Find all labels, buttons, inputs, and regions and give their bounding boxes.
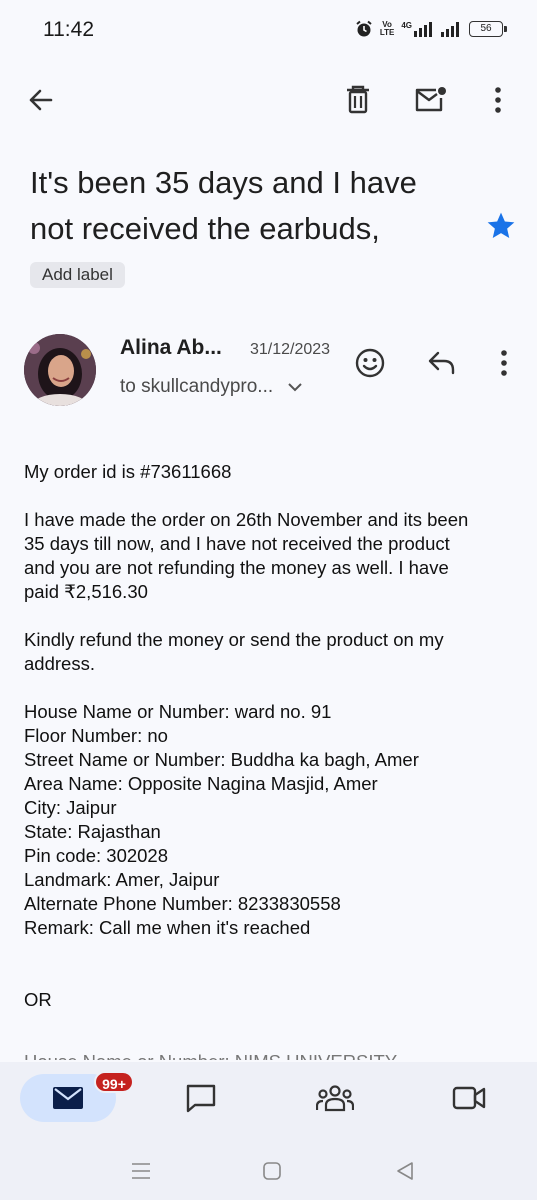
add-reaction-button[interactable] <box>350 343 390 383</box>
nav-spaces[interactable] <box>310 1074 360 1122</box>
address-line: House Name or Number: ward no. 91 <box>24 701 332 722</box>
body-line: 35 days till now, and I have not receive… <box>24 533 450 554</box>
back-triangle-icon <box>397 1162 413 1180</box>
unread-badge: 99+ <box>94 1071 134 1093</box>
bottom-navigation: 99+ <box>0 1062 537 1140</box>
trash-icon <box>347 85 369 114</box>
complaint-paragraph: I have made the order on 26th November a… <box>24 508 519 604</box>
or-separator: OR <box>24 989 52 1010</box>
address-line: City: Jaipur <box>24 797 117 818</box>
status-time: 11:42 <box>43 18 94 41</box>
signal-4g-icon: 4G <box>401 21 433 37</box>
email-date: 31/12/2023 <box>250 341 331 358</box>
address-line: Floor Number: no <box>24 725 168 746</box>
status-icons: Vo LTE 4G 56 <box>355 20 507 38</box>
nav-mail[interactable]: 99+ <box>20 1071 134 1122</box>
delete-button[interactable] <box>338 80 378 120</box>
body-line: paid ₹2,516.30 <box>24 581 148 602</box>
star-icon <box>487 212 515 238</box>
signal-bars-2-icon <box>441 22 459 37</box>
arrow-back-icon <box>29 89 53 111</box>
emoji-icon <box>355 348 385 378</box>
reply-icon <box>428 351 455 375</box>
reply-button[interactable] <box>422 343 462 383</box>
mark-unread-icon <box>415 87 446 112</box>
address-line: Remark: Call me when it's reached <box>24 917 311 938</box>
home-square-icon <box>263 1162 281 1180</box>
order-id-paragraph: My order id is #73611668 <box>24 461 232 482</box>
recents-button[interactable] <box>126 1156 156 1186</box>
battery-icon: 56 <box>469 21 507 37</box>
system-navigation-bar <box>0 1140 537 1200</box>
email-body: My order id is #73611668 I have made the… <box>24 460 519 1060</box>
address-line: Pin code: 302028 <box>24 845 169 866</box>
body-line: address. <box>24 653 95 674</box>
recipient-details[interactable]: to skullcandypro... <box>120 376 303 398</box>
menu-lines-icon <box>132 1163 150 1179</box>
address-block: House Name or Number: ward no. 91 Floor … <box>24 700 519 940</box>
nav-chat[interactable] <box>176 1074 226 1122</box>
mark-unread-button[interactable] <box>410 80 450 120</box>
email-toolbar <box>0 70 537 130</box>
more-vert-icon <box>501 350 507 376</box>
sender-name: Alina Ab... <box>120 336 222 359</box>
chevron-down-icon <box>288 383 302 392</box>
address-line: State: Rajasthan <box>24 821 161 842</box>
request-paragraph: Kindly refund the money or send the prod… <box>24 628 519 676</box>
volte-indicator: Vo LTE <box>380 21 395 37</box>
sender-avatar[interactable] <box>24 334 96 406</box>
add-label-chip[interactable]: Add label <box>30 262 125 288</box>
alarm-icon <box>356 20 372 37</box>
back-button[interactable] <box>20 80 60 120</box>
truncated-address-line: House Name or Number: NIMS UNIVERSITY <box>24 1050 519 1060</box>
star-button[interactable] <box>482 206 520 246</box>
spaces-icon <box>316 1085 354 1112</box>
recipient-text: to skullcandypro... <box>120 376 274 397</box>
volte-mid: LTE <box>379 28 395 37</box>
body-line: and you are not refunding the money as w… <box>24 557 449 578</box>
address-line: Landmark: Amer, Jaipur <box>24 869 220 890</box>
signal-bars-icon <box>414 22 432 37</box>
chat-icon <box>186 1084 216 1113</box>
more-options-button[interactable] <box>478 80 518 120</box>
address-line: Alternate Phone Number: 8233830558 <box>24 893 341 914</box>
address-line: Street Name or Number: Buddha ka bagh, A… <box>24 749 419 770</box>
message-more-button[interactable] <box>484 343 524 383</box>
status-bar: 11:42 Vo LTE 4G 56 <box>0 0 537 60</box>
back-nav-button[interactable] <box>390 1156 420 1186</box>
body-line: I have made the order on 26th November a… <box>24 509 469 530</box>
meet-icon <box>452 1086 486 1110</box>
avatar-photo <box>24 334 96 406</box>
home-button[interactable] <box>257 1156 287 1186</box>
address-line: Area Name: Opposite Nagina Masjid, Amer <box>24 773 378 794</box>
email-subject: It's been 35 days and I have not receive… <box>30 165 417 246</box>
mail-icon <box>53 1087 83 1109</box>
network-type: 4G <box>401 21 412 30</box>
nav-meet[interactable] <box>444 1074 494 1122</box>
more-vert-icon <box>495 87 501 113</box>
body-line: Kindly refund the money or send the prod… <box>24 629 444 650</box>
